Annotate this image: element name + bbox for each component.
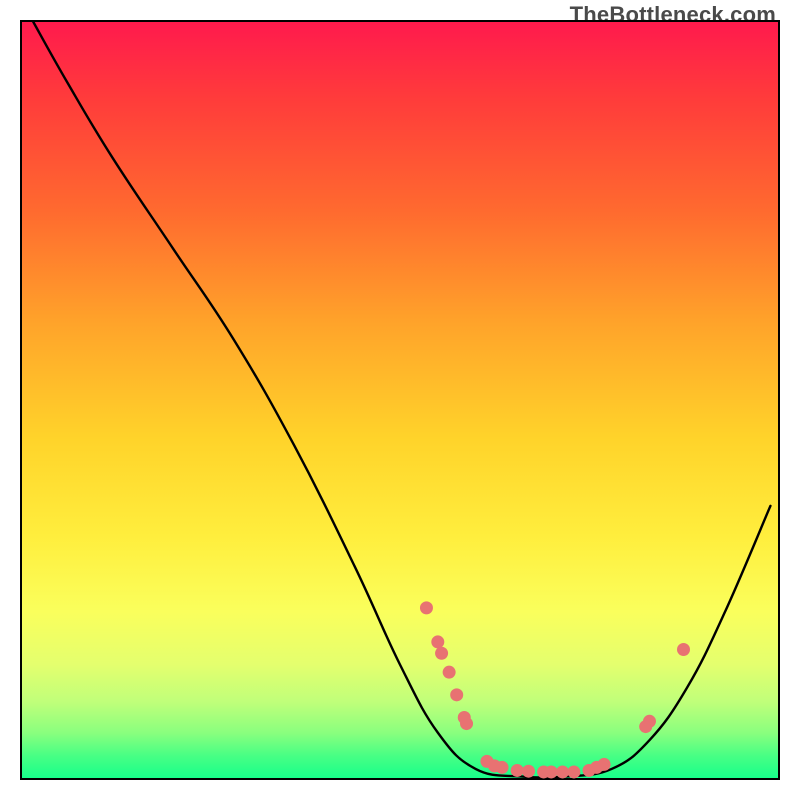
bottleneck-plot: [22, 22, 778, 778]
data-marker: [556, 765, 569, 778]
data-marker: [460, 717, 473, 730]
data-marker: [443, 666, 456, 679]
bottleneck-curve-line: [33, 22, 770, 778]
data-marker: [567, 765, 580, 778]
data-marker: [420, 601, 433, 614]
data-marker: [598, 758, 611, 771]
data-marker: [522, 765, 535, 778]
data-marker: [643, 715, 656, 728]
data-marker: [677, 643, 690, 656]
data-markers-group: [420, 601, 690, 778]
data-marker: [435, 647, 448, 660]
data-marker: [496, 761, 509, 774]
data-marker: [511, 764, 524, 777]
data-marker: [545, 765, 558, 778]
data-marker: [450, 688, 463, 701]
chart-frame: [20, 20, 780, 780]
data-marker: [431, 635, 444, 648]
